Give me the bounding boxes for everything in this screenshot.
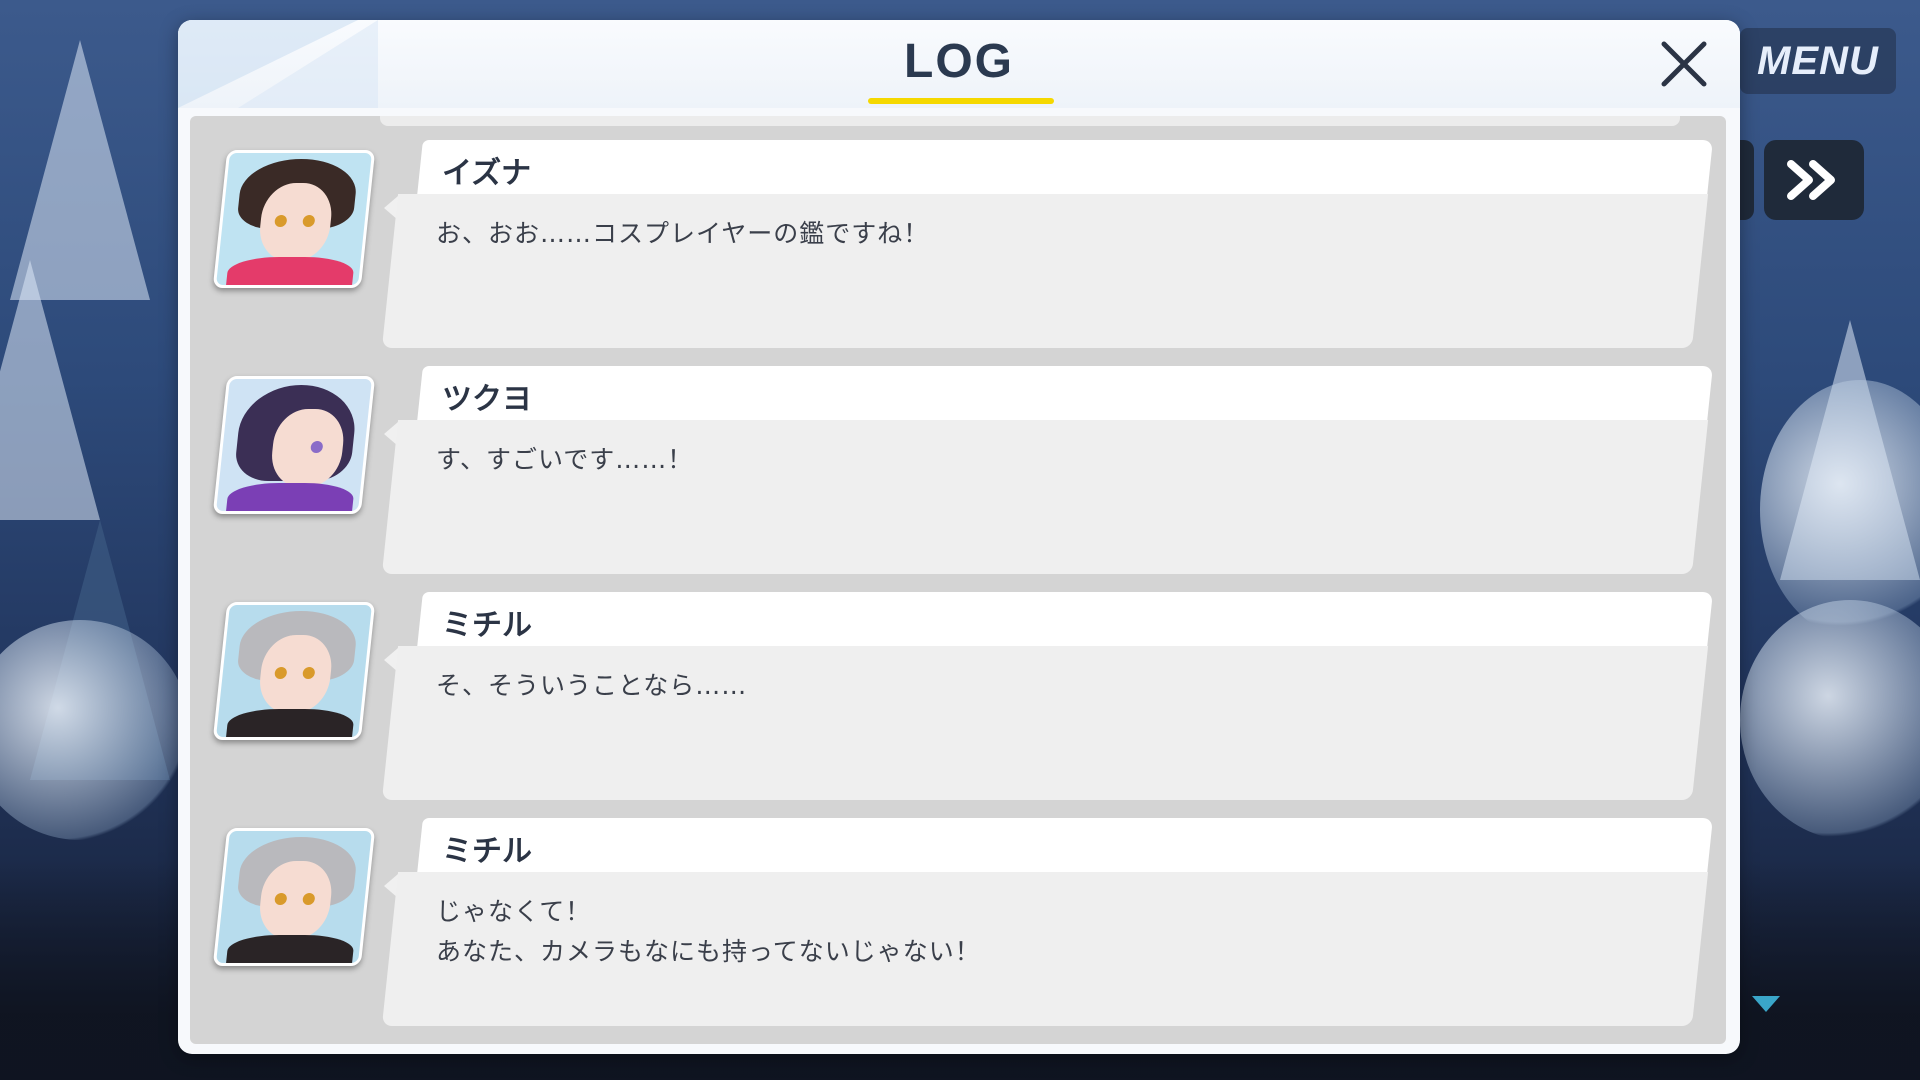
speaker-name: イズナ (442, 156, 532, 191)
dialogue-line: す、すごいです……！ (436, 445, 694, 474)
name-plate (417, 818, 1713, 874)
menu-button[interactable]: MENU (1740, 28, 1896, 94)
name-plate (417, 140, 1713, 196)
log-title: LOG (904, 35, 1014, 88)
speaker-name: ミチル (442, 608, 532, 643)
character-portrait (212, 150, 376, 288)
speaker-name: ミチル (442, 834, 532, 869)
dialogue-line: じゃなくて！ (436, 897, 592, 926)
name-plate (417, 592, 1713, 648)
log-header: LOG (178, 20, 1740, 108)
title-underline (868, 98, 1054, 104)
snow-tree (0, 260, 100, 520)
character-portrait (212, 828, 376, 966)
dialogue-line: あなた、カメラもなにも持ってないじゃない！ (436, 937, 981, 966)
snow-bush (1740, 600, 1920, 840)
character-portrait (212, 602, 376, 740)
log-panel: LOG イズナ お、おお……コスプレイヤーの鑑ですね！ ツクヨ す、すごいです…… (178, 20, 1740, 1054)
speaker-name: ツクヨ (442, 382, 532, 417)
close-icon (1661, 41, 1707, 87)
log-list[interactable]: イズナ お、おお……コスプレイヤーの鑑ですね！ ツクヨ す、すごいです……！ ミ… (190, 116, 1726, 1044)
fast-forward-icon (1787, 160, 1835, 200)
log-entry: イズナ お、おお……コスプレイヤーの鑑ですね！ (190, 140, 1726, 350)
character-portrait (212, 376, 376, 514)
log-entry: ツクヨ す、すごいです……！ (190, 366, 1726, 576)
log-entry: ミチル じゃなくて！ あなた、カメラもなにも持ってないじゃない！ (190, 818, 1726, 1028)
scroll-down-icon[interactable] (1752, 996, 1780, 1012)
dialogue-line: そ、そういうことなら…… (436, 671, 748, 700)
name-plate (417, 366, 1713, 422)
dialogue-line: お、おお……コスプレイヤーの鑑ですね！ (436, 219, 930, 248)
close-button[interactable] (1654, 34, 1714, 94)
fast-forward-button[interactable] (1764, 140, 1864, 220)
previous-entry-edge (380, 116, 1680, 126)
log-entry: ミチル そ、そういうことなら…… (190, 592, 1726, 802)
